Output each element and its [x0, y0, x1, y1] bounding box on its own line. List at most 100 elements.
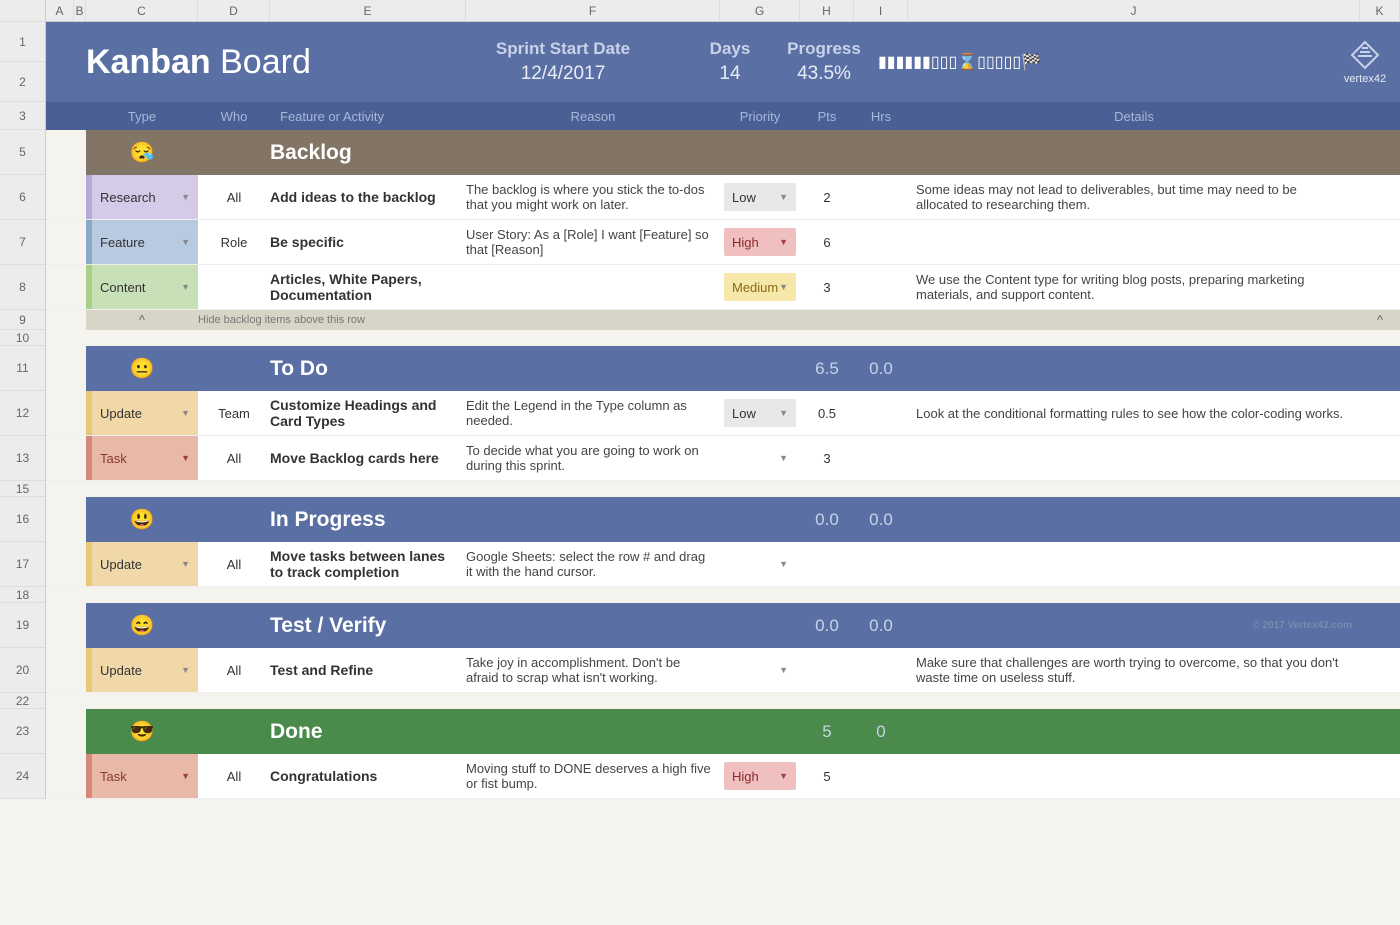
pts-cell[interactable]: 3: [800, 280, 854, 295]
card-row[interactable]: Content▼ Articles, White Papers, Documen…: [46, 265, 1400, 310]
feature-cell[interactable]: Customize Headings and Card Types: [270, 397, 466, 429]
col-header[interactable]: J: [908, 0, 1360, 21]
reason-cell[interactable]: To decide what you are going to work on …: [466, 443, 720, 473]
chevron-down-icon[interactable]: ▼: [181, 192, 190, 202]
details-cell[interactable]: We use the Content type for writing blog…: [908, 272, 1360, 302]
col-header[interactable]: F: [466, 0, 720, 21]
col-header[interactable]: B: [74, 0, 86, 21]
row-number[interactable]: 17: [0, 542, 45, 587]
feature-cell[interactable]: Move Backlog cards here: [270, 450, 466, 466]
row-number[interactable]: 6: [0, 175, 45, 220]
reason-cell[interactable]: The backlog is where you stick the to-do…: [466, 182, 720, 212]
chevron-down-icon[interactable]: ▼: [181, 665, 190, 675]
chevron-down-icon[interactable]: ▼: [779, 559, 788, 569]
type-chip[interactable]: Research▼: [86, 175, 198, 219]
priority-chip[interactable]: High▼: [724, 228, 796, 256]
pts-cell[interactable]: 2: [800, 190, 854, 205]
chevron-down-icon[interactable]: ▼: [181, 237, 190, 247]
row-number[interactable]: 22: [0, 693, 45, 709]
row-number[interactable]: 24: [0, 754, 45, 799]
chevron-down-icon[interactable]: ▼: [779, 237, 788, 247]
feature-cell[interactable]: Add ideas to the backlog: [270, 189, 466, 205]
chevron-down-icon[interactable]: ▼: [181, 282, 190, 292]
feature-cell[interactable]: Move tasks between lanes to track comple…: [270, 548, 466, 580]
card-row[interactable]: Task▼ All Congratulations Moving stuff t…: [46, 754, 1400, 799]
type-chip[interactable]: Update▼: [86, 391, 198, 435]
details-cell[interactable]: Make sure that challenges are worth tryi…: [908, 655, 1360, 685]
chevron-down-icon[interactable]: ▼: [779, 408, 788, 418]
priority-chip[interactable]: High▼: [724, 762, 796, 790]
row-number[interactable]: 10: [0, 330, 45, 346]
col-header[interactable]: K: [1360, 0, 1400, 21]
type-chip[interactable]: Feature▼: [86, 220, 198, 264]
chevron-down-icon[interactable]: ▼: [181, 453, 190, 463]
row-number[interactable]: 2: [0, 62, 45, 102]
feature-cell[interactable]: Be specific: [270, 234, 466, 250]
row-number[interactable]: 3: [0, 102, 45, 130]
chevron-down-icon[interactable]: ▼: [181, 559, 190, 569]
details-cell[interactable]: Some ideas may not lead to deliverables,…: [908, 182, 1360, 212]
who-cell[interactable]: All: [198, 451, 270, 466]
col-header[interactable]: E: [270, 0, 466, 21]
row-number[interactable]: 5: [0, 130, 45, 175]
reason-cell[interactable]: User Story: As a [Role] I want [Feature]…: [466, 227, 720, 257]
row-number[interactable]: 1: [0, 22, 45, 62]
col-header[interactable]: D: [198, 0, 270, 21]
who-cell[interactable]: All: [198, 557, 270, 572]
reason-cell[interactable]: Take joy in accomplishment. Don't be afr…: [466, 655, 720, 685]
pts-cell[interactable]: 3: [800, 451, 854, 466]
row-number[interactable]: 19: [0, 603, 45, 648]
reason-cell[interactable]: Google Sheets: select the row # and drag…: [466, 549, 720, 579]
chevron-down-icon[interactable]: ▼: [779, 665, 788, 675]
who-cell[interactable]: All: [198, 769, 270, 784]
chevron-down-icon[interactable]: ▼: [779, 192, 788, 202]
col-header[interactable]: C: [86, 0, 198, 21]
reason-cell[interactable]: Moving stuff to DONE deserves a high fiv…: [466, 761, 720, 791]
who-cell[interactable]: Role: [198, 235, 270, 250]
chevron-down-icon[interactable]: ▼: [779, 771, 788, 781]
row-number[interactable]: 8: [0, 265, 45, 310]
pts-cell[interactable]: 0.5: [800, 406, 854, 421]
pts-cell[interactable]: 5: [800, 769, 854, 784]
row-number[interactable]: 15: [0, 481, 45, 497]
priority-chip[interactable]: ▼: [724, 550, 796, 578]
details-cell[interactable]: Look at the conditional formatting rules…: [908, 406, 1360, 421]
chevron-down-icon[interactable]: ▼: [779, 453, 788, 463]
card-row[interactable]: Feature▼ Role Be specific User Story: As…: [46, 220, 1400, 265]
type-chip[interactable]: Task▼: [86, 754, 198, 798]
type-chip[interactable]: Content▼: [86, 265, 198, 309]
row-number[interactable]: 16: [0, 497, 45, 542]
card-row[interactable]: Research▼ All Add ideas to the backlog T…: [46, 175, 1400, 220]
feature-cell[interactable]: Test and Refine: [270, 662, 466, 678]
feature-cell[interactable]: Congratulations: [270, 768, 466, 784]
priority-chip[interactable]: Low▼: [724, 183, 796, 211]
row-number[interactable]: 12: [0, 391, 45, 436]
col-header[interactable]: A: [46, 0, 74, 21]
row-number[interactable]: 7: [0, 220, 45, 265]
chevron-down-icon[interactable]: ▼: [779, 282, 788, 292]
who-cell[interactable]: All: [198, 663, 270, 678]
priority-chip[interactable]: Low▼: [724, 399, 796, 427]
type-chip[interactable]: Update▼: [86, 648, 198, 692]
row-number[interactable]: 20: [0, 648, 45, 693]
who-cell[interactable]: Team: [198, 406, 270, 421]
type-chip[interactable]: Update▼: [86, 542, 198, 586]
card-row[interactable]: Update▼ All Move tasks between lanes to …: [46, 542, 1400, 587]
type-chip[interactable]: Task▼: [86, 436, 198, 480]
row-number[interactable]: 23: [0, 709, 45, 754]
card-row[interactable]: Update▼ Team Customize Headings and Card…: [46, 391, 1400, 436]
who-cell[interactable]: All: [198, 190, 270, 205]
row-number[interactable]: 18: [0, 587, 45, 603]
col-header[interactable]: H: [800, 0, 854, 21]
card-row[interactable]: Task▼ All Move Backlog cards here To dec…: [46, 436, 1400, 481]
col-header[interactable]: G: [720, 0, 800, 21]
priority-chip[interactable]: ▼: [724, 656, 796, 684]
reason-cell[interactable]: Edit the Legend in the Type column as ne…: [466, 398, 720, 428]
row-number[interactable]: 11: [0, 346, 45, 391]
priority-chip[interactable]: ▼: [724, 444, 796, 472]
col-header[interactable]: I: [854, 0, 908, 21]
row-number[interactable]: 13: [0, 436, 45, 481]
pts-cell[interactable]: 6: [800, 235, 854, 250]
card-row[interactable]: Update▼ All Test and Refine Take joy in …: [46, 648, 1400, 693]
feature-cell[interactable]: Articles, White Papers, Documentation: [270, 271, 466, 303]
